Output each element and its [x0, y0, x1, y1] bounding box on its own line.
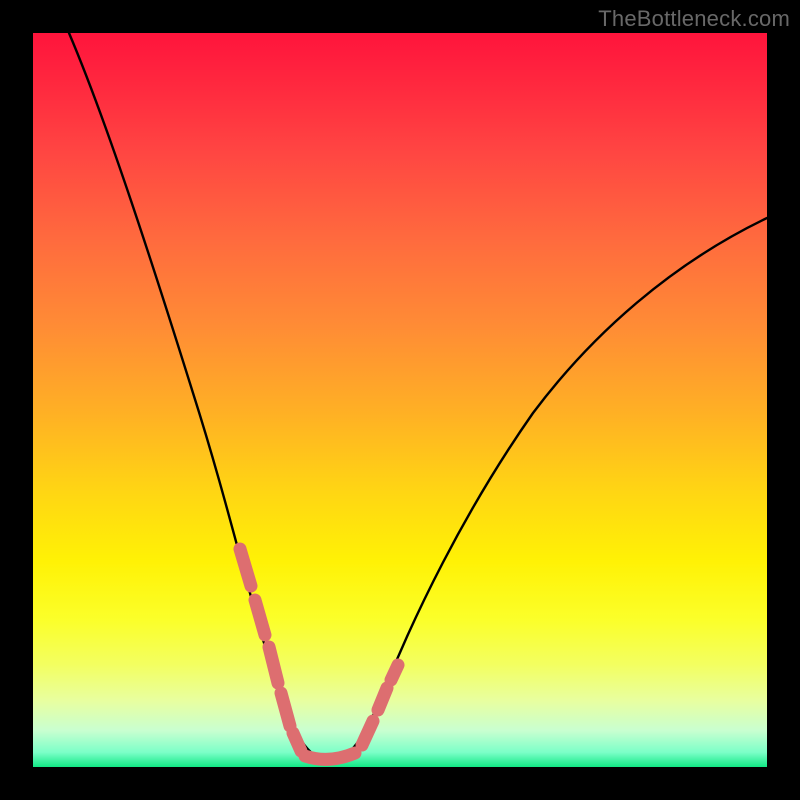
highlight-right-1: [362, 721, 373, 745]
highlight-left-2: [255, 600, 265, 635]
watermark-text: TheBottleneck.com: [598, 6, 790, 32]
highlight-left-1: [240, 549, 251, 586]
highlight-left-4: [281, 693, 290, 726]
highlight-left-5: [293, 733, 301, 751]
highlight-group: [240, 549, 398, 759]
bottleneck-curve: [69, 33, 767, 760]
highlight-left-3: [269, 647, 278, 683]
chart-frame: TheBottleneck.com: [0, 0, 800, 800]
plot-area: [33, 33, 767, 767]
highlight-right-2: [378, 688, 387, 710]
highlight-right-3: [391, 665, 398, 680]
curve-layer: [33, 33, 767, 767]
highlight-basin: [305, 753, 355, 759]
